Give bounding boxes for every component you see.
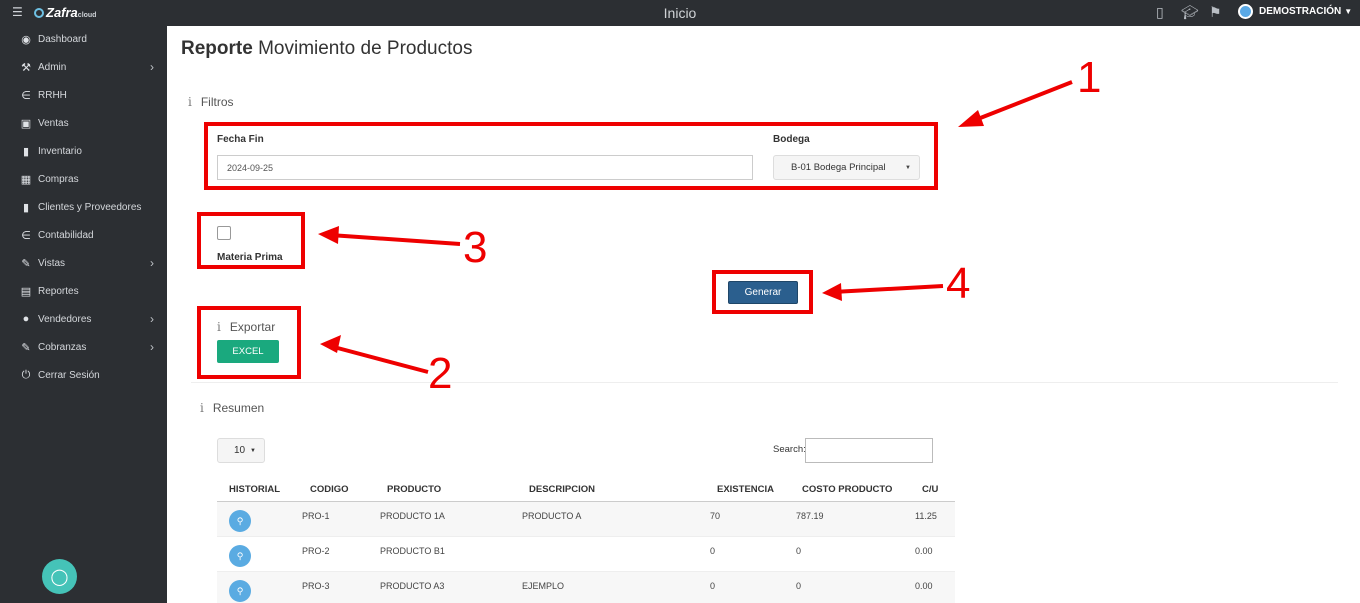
annotation-arrowhead-2 xyxy=(320,335,341,353)
annotation-number-4: 4 xyxy=(946,259,971,308)
annotation-number-1: 1 xyxy=(1077,53,1102,102)
annotation-arrowhead-4 xyxy=(822,283,842,301)
annotation-arrow-1 xyxy=(964,80,1073,126)
annotation-number-3: 3 xyxy=(463,223,488,272)
annotation-arrow-3 xyxy=(329,233,461,246)
annotation-arrow-2 xyxy=(329,344,429,374)
annotation-arrowhead-3 xyxy=(318,226,339,244)
annotation-number-2: 2 xyxy=(428,349,453,398)
annotation-arrows xyxy=(318,80,1073,374)
annotation-arrowhead-1 xyxy=(958,110,984,127)
annotation-arrow-4 xyxy=(832,284,944,294)
